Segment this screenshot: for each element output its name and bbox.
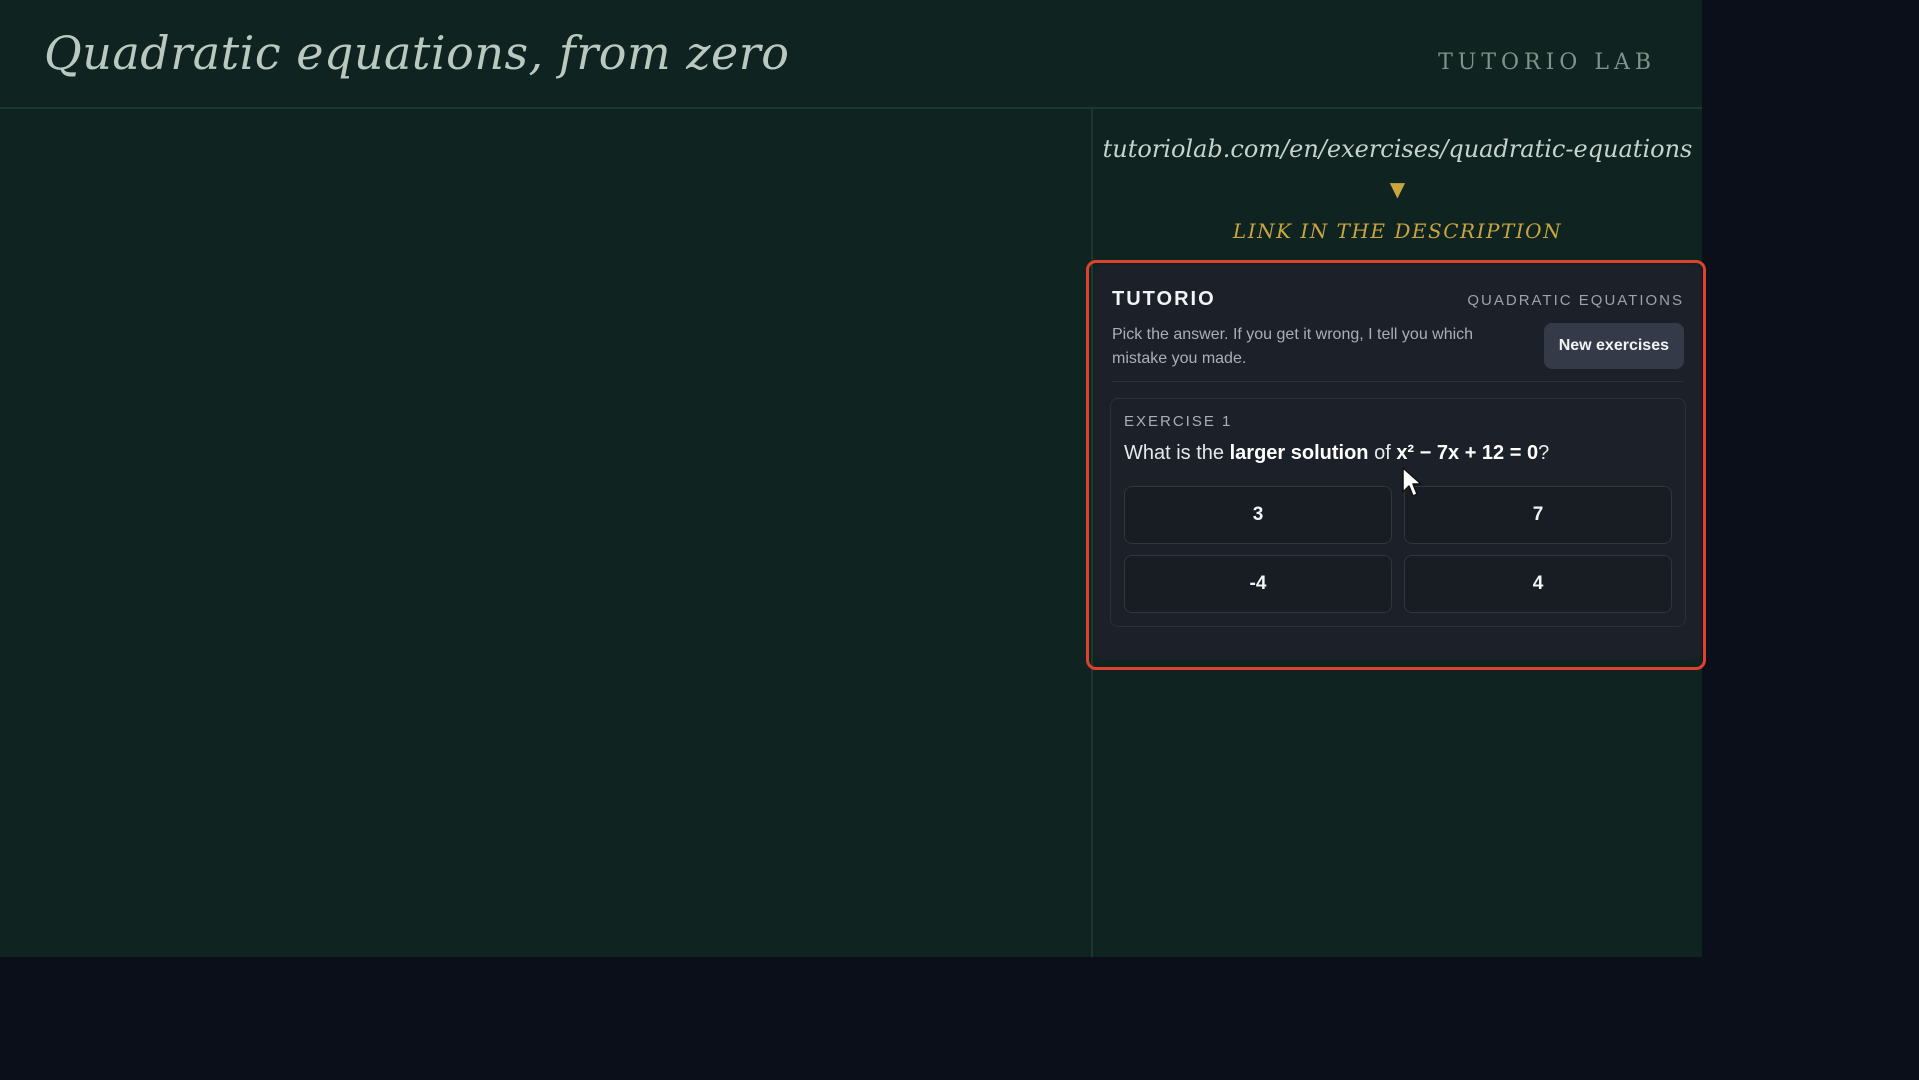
page-title: Quadratic equations, from zero xyxy=(44,26,790,80)
exercise-url: tutoriolab.com/en/exercises/quadratic-eq… xyxy=(1102,135,1693,163)
brand-logo-text: TUTORIO LAB xyxy=(1438,50,1656,75)
highlight-frame xyxy=(1086,260,1706,670)
mouse-pointer-icon xyxy=(1402,467,1422,497)
chalkboard-area xyxy=(0,109,1093,957)
down-triangle-icon: ▼ xyxy=(1389,177,1406,201)
header-bar: Quadratic equations, from zero TUTORIO L… xyxy=(0,0,1702,109)
link-in-description-label: LINK IN THE DESCRIPTION xyxy=(1232,219,1563,243)
